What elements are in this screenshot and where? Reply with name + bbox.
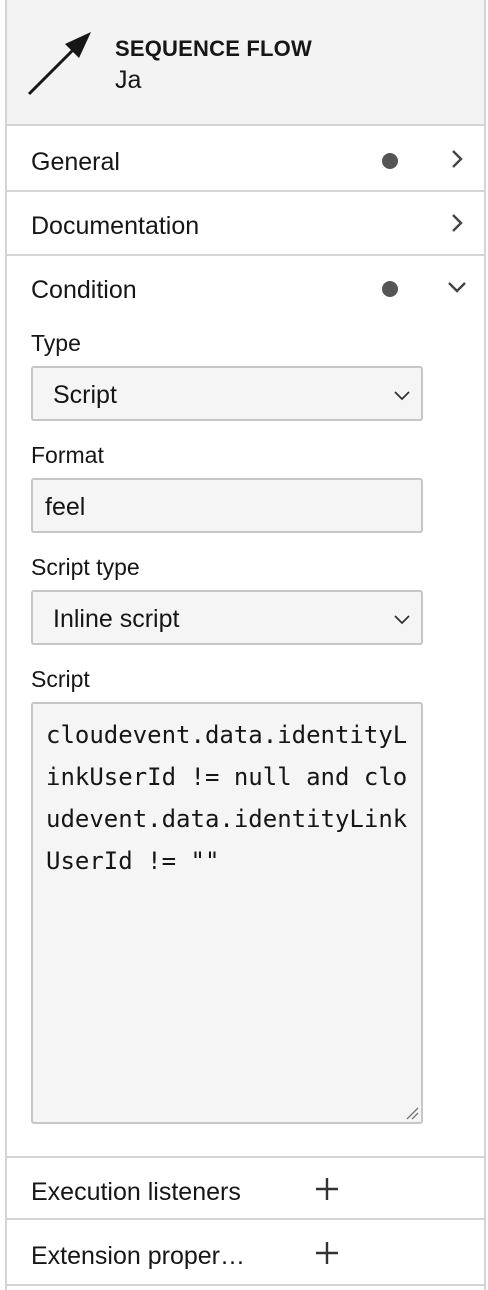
- script-textarea[interactable]: cloudevent.data.identityLinkUserId != nu…: [31, 702, 423, 1124]
- panel-header: SEQUENCE FLOW Ja: [7, 0, 484, 126]
- group-general-title: General: [31, 148, 120, 176]
- chevron-down-icon: [394, 391, 410, 401]
- script-type-select-value: Inline script: [53, 605, 180, 633]
- group-general-header[interactable]: General: [7, 128, 484, 192]
- type-select[interactable]: Script: [31, 366, 423, 421]
- group-execution-listeners-header[interactable]: Execution listeners: [7, 1156, 484, 1220]
- group-extension-properties-header[interactable]: Extension proper…: [7, 1222, 484, 1286]
- properties-panel: SEQUENCE FLOW Ja General Documentation C…: [5, 0, 486, 1290]
- element-name: Ja: [115, 66, 142, 94]
- element-type-label: SEQUENCE FLOW: [115, 36, 312, 61]
- group-documentation-header[interactable]: Documentation: [7, 192, 484, 256]
- script-label: Script: [31, 666, 90, 692]
- chevron-down-icon[interactable]: [445, 275, 469, 299]
- group-condition-title: Condition: [31, 276, 137, 304]
- script-type-label: Script type: [31, 554, 140, 580]
- type-select-value: Script: [53, 381, 117, 409]
- chevron-right-icon[interactable]: [445, 211, 469, 235]
- data-marker-dot: [382, 153, 398, 169]
- data-marker-dot: [382, 281, 398, 297]
- script-textarea-value: cloudevent.data.identityLinkUserId != nu…: [46, 721, 408, 875]
- script-type-select[interactable]: Inline script: [31, 590, 423, 645]
- format-input-value: feel: [45, 493, 86, 521]
- chevron-right-icon[interactable]: [445, 147, 469, 171]
- group-documentation-title: Documentation: [31, 212, 200, 240]
- resize-handle-icon[interactable]: [405, 1106, 419, 1120]
- plus-icon[interactable]: [313, 1239, 341, 1267]
- plus-icon[interactable]: [313, 1175, 341, 1203]
- group-execution-listeners-title: Execution listeners: [31, 1178, 241, 1206]
- sequence-flow-arrow-icon: [27, 32, 91, 96]
- group-extension-properties-title: Extension proper…: [31, 1242, 246, 1270]
- format-input[interactable]: feel: [31, 478, 423, 533]
- type-label: Type: [31, 330, 81, 356]
- group-condition-header[interactable]: Condition: [7, 256, 484, 320]
- chevron-down-icon: [394, 615, 410, 625]
- format-label: Format: [31, 442, 104, 468]
